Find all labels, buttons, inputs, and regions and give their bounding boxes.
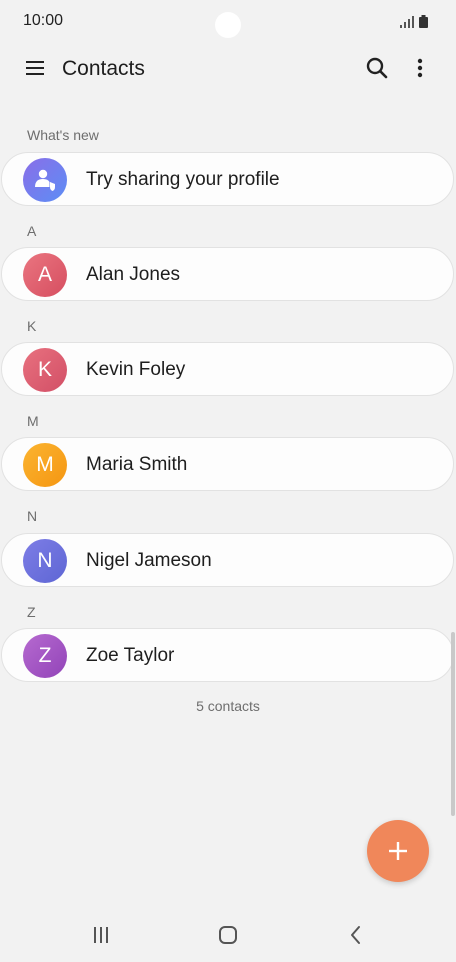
status-time: 10:00	[23, 12, 64, 29]
contact-item-kevin-foley[interactable]: K Kevin Foley	[1, 342, 454, 396]
contact-item-zoe-taylor[interactable]: Z Zoe Taylor	[1, 628, 454, 682]
section-header-z: Z	[27, 604, 36, 620]
home-button[interactable]	[213, 920, 243, 950]
front-camera-cutout	[215, 12, 241, 38]
section-header-m: M	[27, 413, 39, 429]
more-vertical-icon	[417, 58, 423, 78]
scrollbar[interactable]	[451, 632, 455, 816]
avatar: A	[23, 253, 67, 297]
contact-count: 5 contacts	[196, 698, 260, 714]
recent-apps-icon	[94, 927, 108, 943]
share-profile-label: Try sharing your profile	[86, 169, 280, 190]
recent-apps-button[interactable]	[86, 920, 116, 950]
back-button[interactable]	[341, 920, 371, 950]
plus-icon	[389, 842, 407, 860]
section-header-whats-new: What's new	[27, 127, 99, 143]
avatar: K	[23, 348, 67, 392]
home-icon	[219, 926, 237, 944]
contact-name: Kevin Foley	[86, 359, 186, 380]
section-header-n: N	[27, 508, 38, 524]
section-header-k: K	[27, 318, 37, 334]
avatar: N	[23, 539, 67, 583]
share-profile-avatar	[23, 158, 67, 202]
search-button[interactable]	[362, 53, 392, 83]
signal-battery-icon	[400, 15, 428, 28]
navigation-bar	[0, 906, 456, 962]
contact-name: Nigel Jameson	[86, 550, 212, 571]
section-header-a: A	[27, 223, 37, 239]
share-profile-item[interactable]: Try sharing your profile	[1, 152, 454, 206]
more-options-button[interactable]	[407, 53, 433, 83]
menu-button[interactable]	[22, 54, 50, 82]
page-title: Contacts	[62, 57, 145, 80]
status-bar: 10:00	[0, 0, 456, 44]
search-icon	[366, 57, 388, 79]
contact-name: Maria Smith	[86, 454, 188, 475]
add-contact-button[interactable]	[367, 820, 429, 882]
back-icon	[351, 926, 360, 944]
avatar: M	[23, 443, 67, 487]
avatar: Z	[23, 634, 67, 678]
contact-item-alan-jones[interactable]: A Alan Jones	[1, 247, 454, 301]
hamburger-menu-icon	[26, 61, 44, 75]
contact-name: Zoe Taylor	[86, 645, 175, 666]
contact-name: Alan Jones	[86, 264, 181, 285]
contact-item-maria-smith[interactable]: M Maria Smith	[1, 437, 454, 491]
app-bar: Contacts	[0, 44, 456, 92]
contact-item-nigel-jameson[interactable]: N Nigel Jameson	[1, 533, 454, 587]
share-profile-icon	[35, 169, 55, 191]
